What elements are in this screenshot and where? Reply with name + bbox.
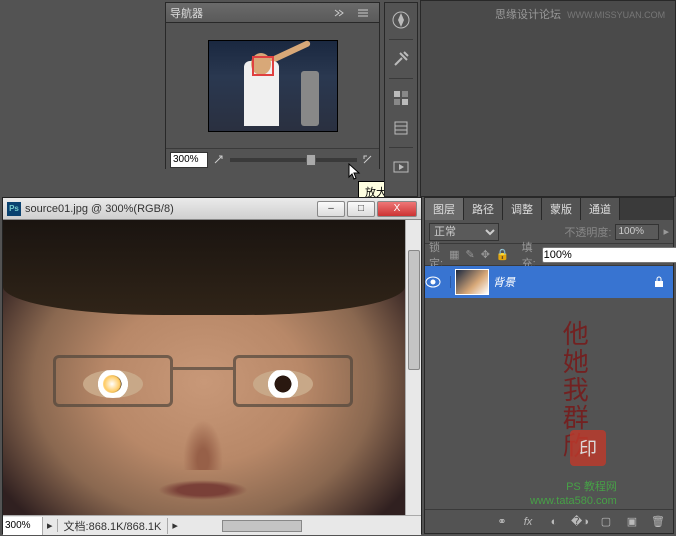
navigator-footer (166, 148, 379, 170)
navigator-zoom-input[interactable] (170, 152, 208, 168)
window-maximize-button[interactable]: □ (347, 201, 375, 217)
navigator-header[interactable]: 导航器 (166, 3, 379, 23)
new-icon[interactable]: ▣ (623, 513, 641, 531)
window-close-button[interactable]: X (377, 201, 417, 217)
tools-icon[interactable] (388, 46, 414, 72)
tab-masks[interactable]: 蒙版 (542, 198, 581, 220)
tab-adjustments[interactable]: 调整 (503, 198, 542, 220)
layers-footer: ⚭ fx ◐ �◑ ▢ ▣ 🗑 (425, 509, 673, 533)
tab-channels[interactable]: 通道 (581, 198, 620, 220)
play-icon[interactable] (388, 154, 414, 180)
seal-stamp: 印 (570, 430, 606, 466)
lock-transparent-icon[interactable]: ▦ (449, 248, 459, 261)
panel-menu-icon[interactable] (351, 1, 375, 25)
layer-list[interactable]: 背景 (425, 266, 673, 488)
navigator-preview[interactable] (166, 23, 379, 148)
folder-icon[interactable]: ▢ (597, 513, 615, 531)
compass-icon[interactable] (388, 7, 414, 33)
layers-lock-row: 锁定: ▦ ✎ ✥ 🔒 填充: ▸ (425, 244, 673, 266)
watermark-bottom-line1: PS 教程网 (530, 480, 617, 494)
layer-thumbnail[interactable] (455, 269, 489, 295)
navigator-title: 导航器 (170, 5, 203, 21)
lock-brush-icon[interactable]: ✎ (465, 248, 474, 261)
navigator-view-rect[interactable] (252, 56, 274, 76)
layer-name[interactable]: 背景 (493, 274, 515, 290)
zoom-out-icon[interactable] (212, 148, 226, 172)
layer-row[interactable]: 背景 (425, 266, 673, 298)
status-menu-icon[interactable]: ▸ (43, 519, 58, 532)
vertical-scrollbar[interactable] (405, 220, 421, 515)
history-icon[interactable] (388, 115, 414, 141)
watermark-top-url: WWW.MISSYUAN.COM (567, 10, 665, 20)
tab-paths[interactable]: 路径 (464, 198, 503, 220)
document-window: Ps source01.jpg @ 300%(RGB/8) – □ X ▸ 文档… (2, 197, 422, 534)
layers-options-row: 正常 不透明度: ▸ (425, 220, 673, 244)
document-canvas[interactable] (3, 220, 421, 515)
layers-panel-tabs: 图层 路径 调整 蒙版 通道 (425, 198, 673, 220)
opacity-input[interactable] (615, 224, 659, 240)
watermark-bottom: PS 教程网 www.tata580.com (530, 480, 617, 509)
trash-icon[interactable]: 🗑 (649, 513, 667, 531)
lock-icon (653, 276, 665, 288)
horizontal-scrollbar[interactable] (182, 518, 421, 534)
navigator-panel: 导航器 (165, 2, 380, 169)
mask-icon[interactable]: ◐ (545, 513, 563, 531)
swatches-icon[interactable] (388, 85, 414, 111)
image-content (3, 220, 405, 515)
watermark-top-text: 思缘设计论坛 (495, 9, 561, 21)
fill-input[interactable] (542, 247, 676, 263)
panel-collapse-icon[interactable] (327, 1, 351, 25)
lock-move-icon[interactable]: ✥ (481, 248, 490, 261)
lock-all-icon[interactable]: 🔒 (496, 248, 510, 261)
ps-icon: Ps (7, 202, 21, 216)
side-toolstrip (384, 2, 418, 197)
status-zoom-input[interactable] (3, 517, 43, 535)
document-titlebar[interactable]: Ps source01.jpg @ 300%(RGB/8) – □ X (3, 198, 421, 220)
document-statusbar: ▸ 文档:868.1K/868.1K ▸ (3, 515, 421, 535)
chevron-down-icon[interactable]: ▸ (663, 225, 669, 238)
link-icon[interactable]: ⚭ (493, 513, 511, 531)
zoom-in-icon[interactable] (361, 148, 375, 172)
tab-layers[interactable]: 图层 (425, 198, 464, 220)
visibility-eye-icon[interactable] (425, 276, 451, 288)
adjust-icon[interactable]: �◑ (571, 513, 589, 531)
navigator-zoom-slider[interactable] (230, 158, 357, 162)
document-title: source01.jpg @ 300%(RGB/8) (25, 203, 174, 215)
opacity-label: 不透明度: (564, 224, 611, 240)
watermark-bottom-line2: www.tata580.com (530, 494, 617, 508)
fx-icon[interactable]: fx (519, 513, 537, 531)
status-arrow-icon[interactable]: ▸ (168, 519, 182, 532)
status-doc-info[interactable]: 文档:868.1K/868.1K (58, 518, 169, 534)
navigator-thumbnail (208, 40, 338, 132)
window-minimize-button[interactable]: – (317, 201, 345, 217)
workspace-backdrop (420, 0, 676, 197)
watermark-top: 思缘设计论坛 WWW.MISSYUAN.COM (495, 6, 665, 22)
